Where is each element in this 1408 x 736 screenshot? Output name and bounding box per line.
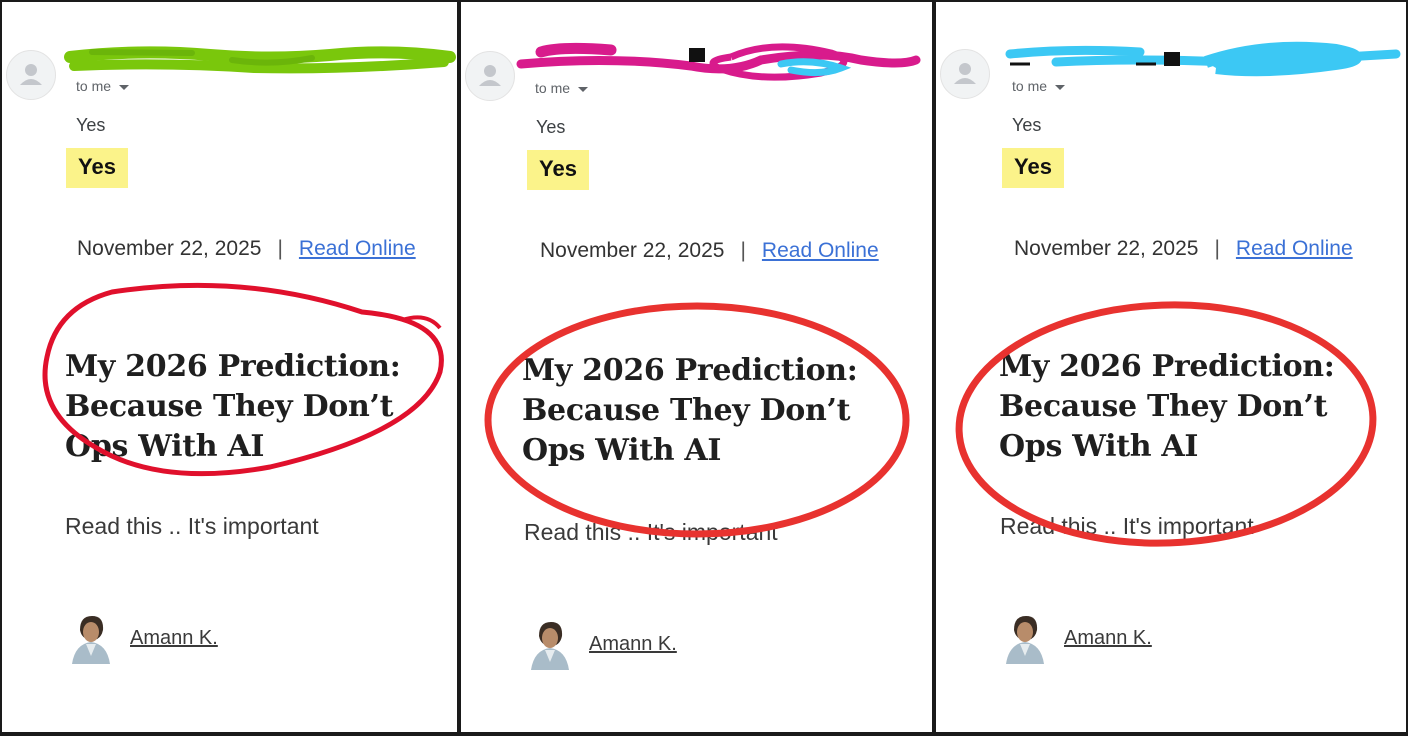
headline-line-1: My 2026 Prediction: bbox=[999, 349, 1335, 384]
author-photo bbox=[1004, 612, 1046, 664]
headline-line-2: Because They Don’t bbox=[65, 389, 394, 424]
recipient-toggle[interactable]: to me bbox=[535, 80, 589, 96]
read-online-link[interactable]: Read Online bbox=[762, 239, 879, 262]
separator: | bbox=[740, 239, 746, 262]
date-row: November 22, 2025 | Read Online bbox=[77, 237, 416, 261]
date-row: November 22, 2025 | Read Online bbox=[1014, 237, 1353, 261]
reply-text: Yes bbox=[536, 117, 566, 137]
read-online-link[interactable]: Read Online bbox=[299, 237, 416, 260]
sender-line: A bbox=[76, 50, 86, 66]
reply-text: Yes bbox=[76, 115, 106, 135]
chevron-down-icon[interactable] bbox=[578, 86, 589, 92]
author-photo bbox=[529, 618, 571, 670]
newsletter-headline[interactable]: My 2026 Prediction: Because They Don’t O… bbox=[999, 347, 1335, 467]
headline-line-3: Ops With AI bbox=[522, 433, 722, 468]
highlighted-reply: Yes bbox=[66, 148, 128, 188]
headline-line-3: Ops With AI bbox=[999, 429, 1199, 464]
author-name-link[interactable]: Amann K. bbox=[589, 633, 677, 656]
headline-line-1: My 2026 Prediction: bbox=[522, 353, 858, 388]
person-avatar-icon bbox=[465, 51, 515, 101]
author-photo bbox=[70, 612, 112, 664]
email-panel-2: to me Yes Yes November 22, 2025 | Read Onl… bbox=[461, 2, 932, 732]
to-me-label: to me bbox=[1012, 78, 1048, 94]
email-panel-1: A to me Yes Yes November 22, 2025 | Read O… bbox=[2, 2, 457, 732]
chevron-down-icon[interactable] bbox=[119, 84, 130, 90]
newsletter-date: November 22, 2025 bbox=[77, 237, 262, 260]
separator: | bbox=[277, 237, 283, 260]
chevron-down-icon[interactable] bbox=[1055, 84, 1066, 90]
headline-line-2: Because They Don’t bbox=[522, 393, 851, 428]
author-row[interactable]: Amann K. bbox=[1004, 612, 1152, 664]
read-online-link[interactable]: Read Online bbox=[1236, 237, 1353, 260]
newsletter-headline[interactable]: My 2026 Prediction: Because They Don’t O… bbox=[65, 347, 401, 467]
author-name-link[interactable]: Amann K. bbox=[130, 627, 218, 650]
person-avatar-icon bbox=[6, 50, 56, 100]
author-row[interactable]: Amann K. bbox=[70, 612, 218, 664]
teaser-text: Read this .. It's important bbox=[65, 513, 319, 539]
newsletter-date: November 22, 2025 bbox=[540, 239, 725, 262]
separator: | bbox=[1214, 237, 1220, 260]
to-me-label: to me bbox=[535, 80, 571, 96]
date-row: November 22, 2025 | Read Online bbox=[540, 239, 879, 263]
highlighted-reply: Yes bbox=[1002, 148, 1064, 188]
teaser-text: Read this .. It's important bbox=[524, 519, 778, 545]
person-avatar-icon bbox=[940, 49, 990, 99]
highlighted-reply: Yes bbox=[527, 150, 589, 190]
headline-line-1: My 2026 Prediction: bbox=[65, 349, 401, 384]
teaser-text: Read this .. It's important bbox=[1000, 513, 1254, 539]
headline-line-3: Ops With AI bbox=[65, 429, 265, 464]
headline-line-2: Because They Don’t bbox=[999, 389, 1328, 424]
reply-text: Yes bbox=[1012, 115, 1042, 135]
newsletter-headline[interactable]: My 2026 Prediction: Because They Don’t O… bbox=[522, 351, 858, 471]
to-me-label: to me bbox=[76, 78, 112, 94]
recipient-toggle[interactable]: to me bbox=[76, 78, 130, 94]
recipient-toggle[interactable]: to me bbox=[1012, 78, 1066, 94]
newsletter-date: November 22, 2025 bbox=[1014, 237, 1199, 260]
author-name-link[interactable]: Amann K. bbox=[1064, 627, 1152, 650]
author-row[interactable]: Amann K. bbox=[529, 618, 677, 670]
email-panel-3: to me Yes Yes November 22, 2025 | Read Onl… bbox=[936, 2, 1406, 732]
